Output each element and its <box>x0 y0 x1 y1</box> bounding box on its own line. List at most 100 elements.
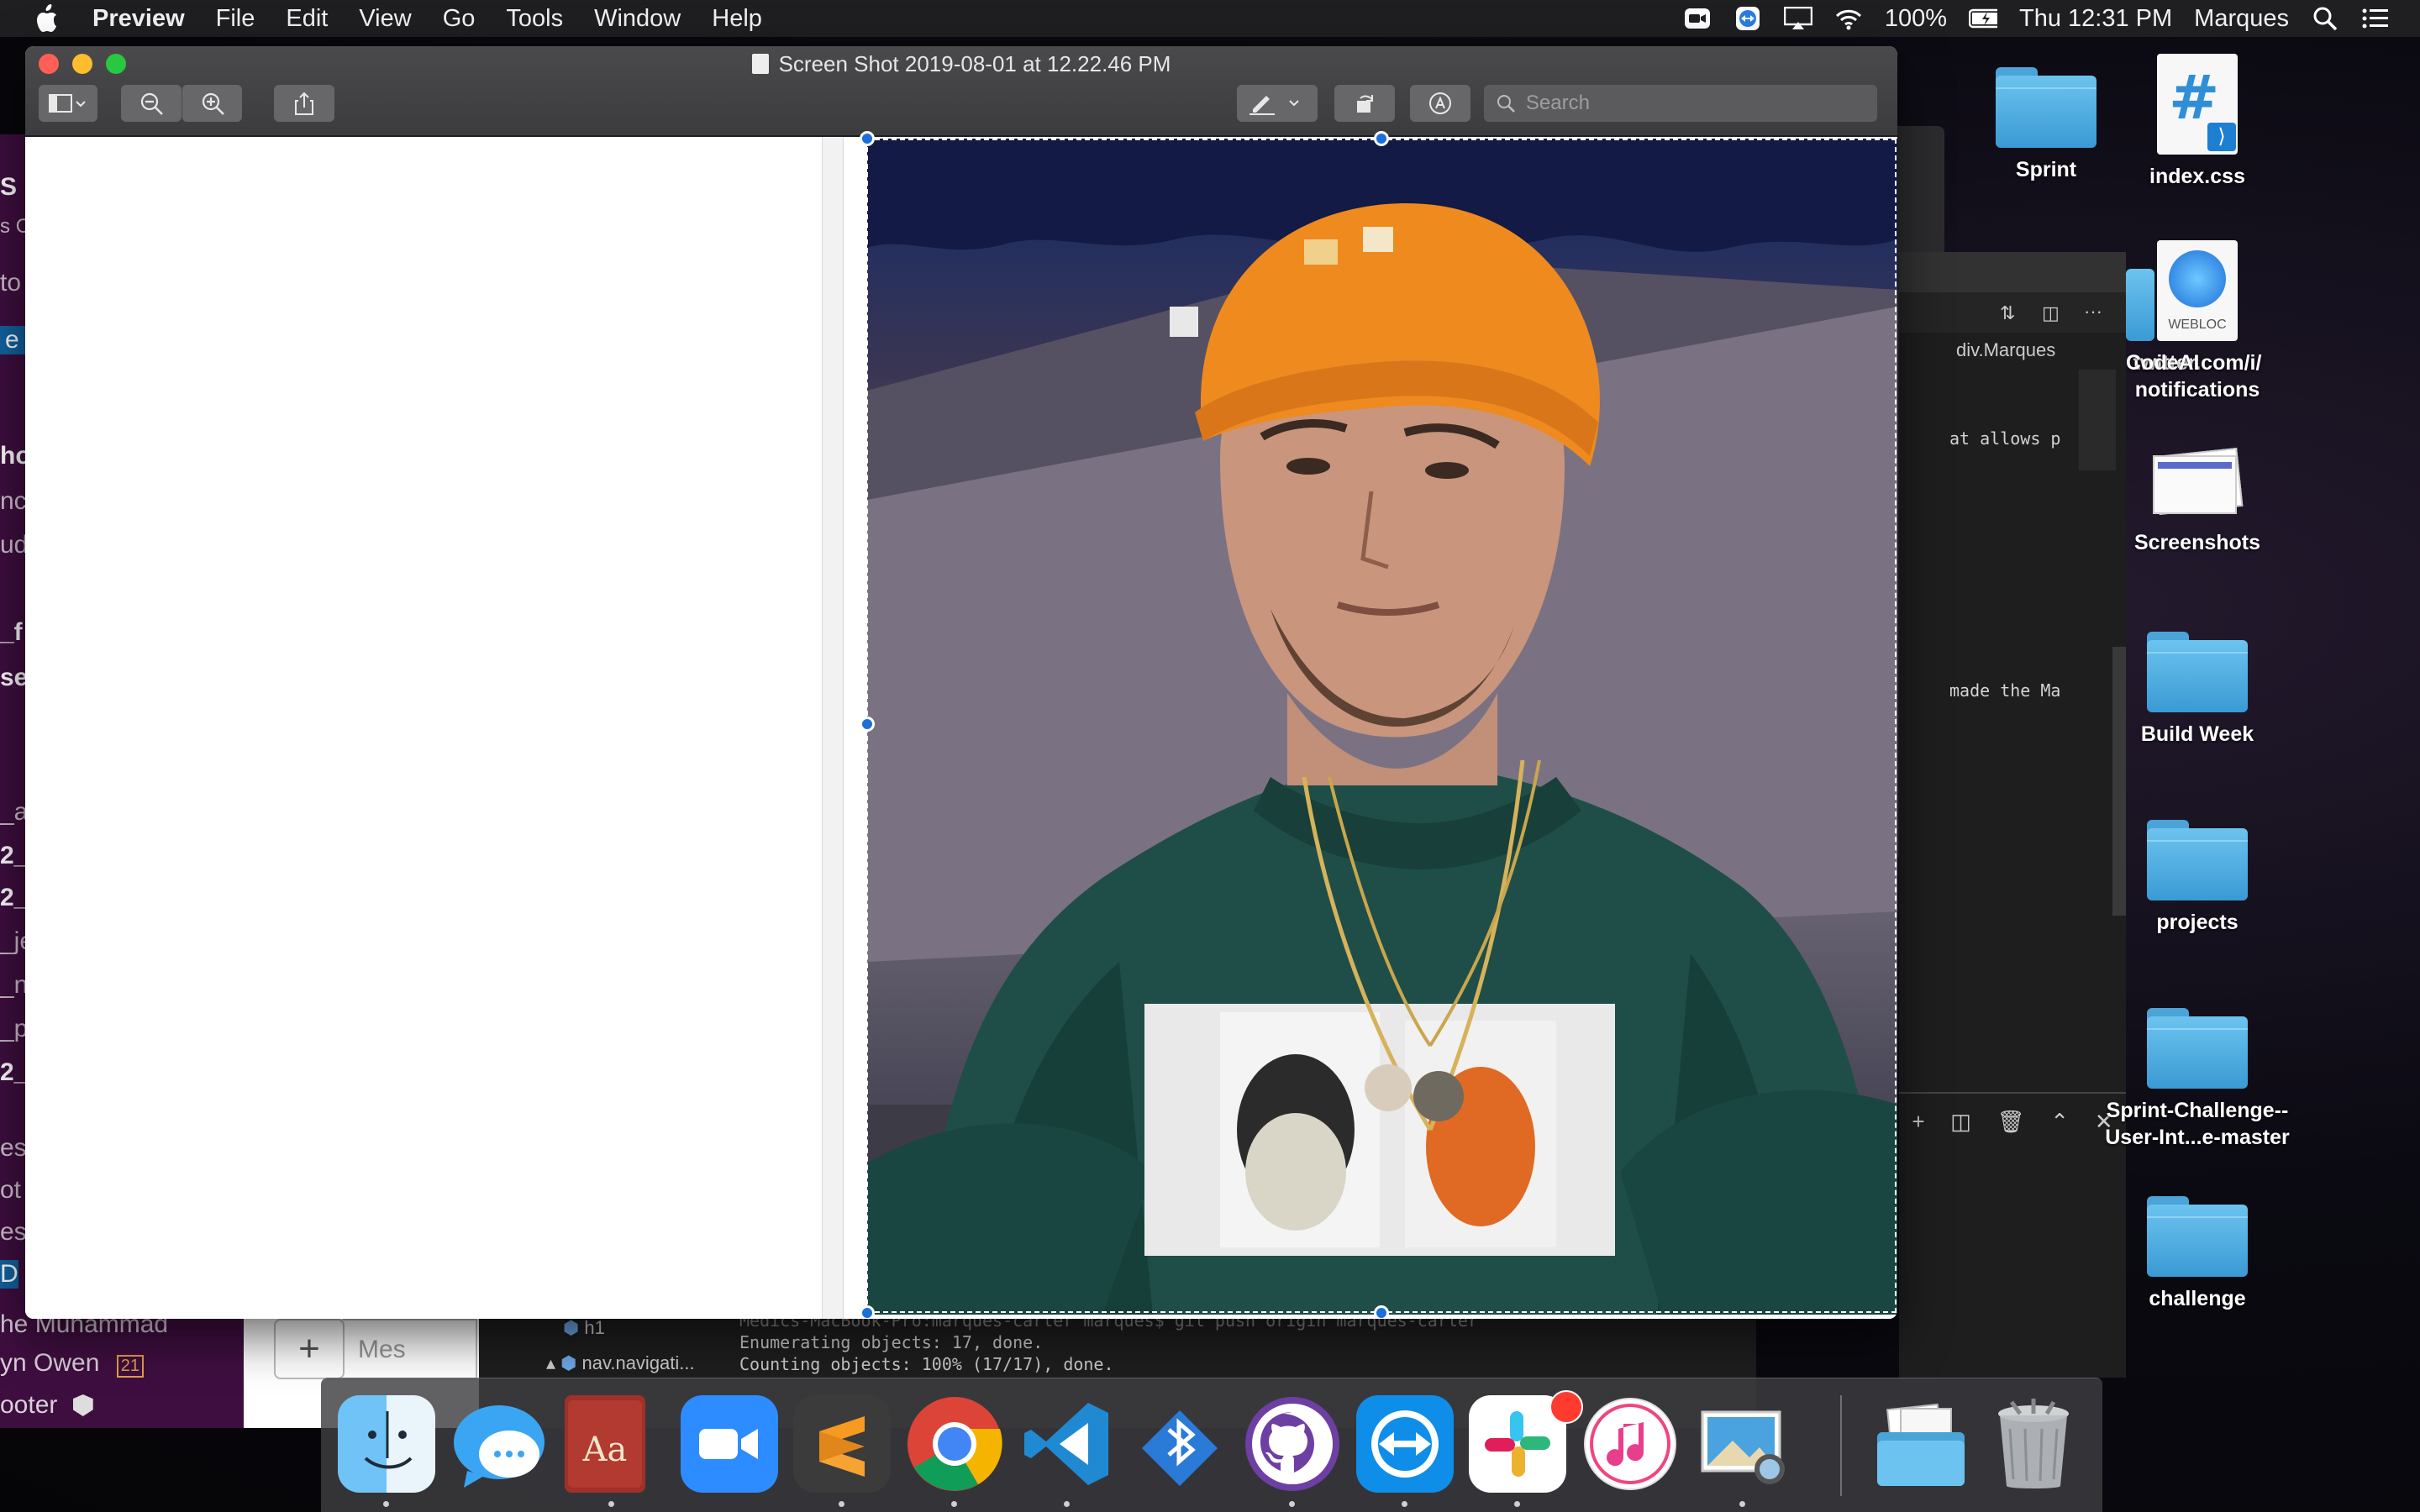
slack-fragment: _a <box>0 798 29 826</box>
battery-charging-icon[interactable] <box>1969 6 1998 31</box>
dock-chrome[interactable] <box>906 1395 1003 1493</box>
search-input[interactable] <box>1525 92 1877 115</box>
menu-go[interactable]: Go <box>443 5 476 33</box>
finder-icon <box>364 1411 413 1469</box>
preview-window: Screen Shot 2019-08-01 at 12.22.46 PM <box>25 46 1897 1319</box>
slack-member[interactable]: ooter <box>0 1391 93 1420</box>
dock-dictionary[interactable]: Aa <box>565 1395 645 1493</box>
menu-view[interactable]: View <box>359 5 411 33</box>
slack-member-list-partial: he Muhammad yn Owen 21 ooter <box>0 1310 244 1428</box>
menu-help[interactable]: Help <box>712 5 762 33</box>
slack-fragment: es <box>0 1218 27 1246</box>
terminal-line: Enumerating objects: 17, done. <box>739 1332 1044 1352</box>
dock-preview[interactable] <box>1694 1395 1791 1493</box>
menu-tools[interactable]: Tools <box>506 5 563 33</box>
teamviewer-icon[interactable] <box>1733 6 1762 31</box>
expand-triangle-icon: ▴ <box>546 1352 556 1373</box>
outline-item[interactable]: ⬢ h1 <box>563 1317 605 1339</box>
desktop-folder-sprint-challenge[interactable]: Sprint-Challenge-- User-Int...e-master <box>2101 1008 2294 1151</box>
markup-toolbar-icon <box>1429 92 1451 114</box>
sidebar-toggle-button[interactable] <box>39 85 97 122</box>
wifi-icon[interactable] <box>1834 6 1863 31</box>
selection-handle[interactable] <box>860 131 875 146</box>
menu-file[interactable]: File <box>216 5 255 33</box>
chevron-up-icon[interactable]: ⌃ <box>2050 1109 2069 1135</box>
share-button[interactable] <box>274 85 334 122</box>
desktop-item-label: Sprint-Challenge-- User-Int...e-master <box>2105 1099 2290 1149</box>
spotlight-icon[interactable] <box>2311 6 2339 31</box>
folder-icon <box>2126 260 2154 341</box>
dock-itunes[interactable] <box>1581 1395 1679 1493</box>
selection-handle[interactable] <box>860 1305 875 1319</box>
apple-menu-icon[interactable] <box>29 1 64 36</box>
desktop-folder-codeai-partial[interactable]: CodeAI <box>2126 260 2210 376</box>
dock-messages[interactable] <box>450 1395 548 1493</box>
dock-finder[interactable] <box>338 1395 435 1493</box>
clock[interactable]: Thu 12:31 PM <box>2019 5 2172 33</box>
teamviewer-app-icon <box>1371 1410 1439 1478</box>
vscode-window-partial: ⇅ ◫ ··· div.Marques at allows p made the… <box>1899 252 2126 1378</box>
dock-downloads-stack[interactable] <box>1872 1395 1970 1493</box>
slack-fragment: _f <box>0 618 23 646</box>
outline-item[interactable]: ▴ ⬢ nav.navigati... <box>546 1352 695 1374</box>
desktop-folder-projects[interactable]: projects <box>2101 820 2294 936</box>
slack-fragment: es <box>0 1134 27 1162</box>
markup-pen-button[interactable] <box>1237 85 1318 122</box>
search-field[interactable] <box>1484 85 1877 122</box>
split-terminal-icon[interactable]: ◫ <box>1950 1109 1971 1135</box>
zoom-out-icon <box>140 92 163 115</box>
running-indicator <box>1739 1501 1745 1507</box>
split-editor-icon[interactable]: ◫ <box>2042 302 2060 324</box>
selection-handle[interactable] <box>1374 131 1389 146</box>
desktop-item-label: challenge <box>2149 1287 2246 1310</box>
zoom-in-button[interactable] <box>182 85 242 122</box>
rotate-button[interactable] <box>1334 85 1395 122</box>
airplay-icon[interactable] <box>1783 6 1812 31</box>
folder-icon <box>2147 1196 2248 1277</box>
bluetooth-icon <box>1142 1410 1218 1486</box>
preview-app-icon <box>1701 1410 1785 1484</box>
itunes-icon <box>1584 1398 1676 1490</box>
outline-label: nav.navigati... <box>581 1352 695 1373</box>
attach-button[interactable]: + <box>274 1319 345 1379</box>
desktop-file-index-css[interactable]: # ⟩ index.css <box>2101 54 2294 190</box>
document-image[interactable] <box>867 139 1897 1315</box>
message-input[interactable]: Mes <box>343 1319 477 1379</box>
add-terminal-icon[interactable]: + <box>1912 1109 1924 1135</box>
menu-window[interactable]: Window <box>594 5 681 33</box>
slack-member[interactable]: yn Owen 21 <box>0 1349 144 1378</box>
vscode-tabbar: ⇅ ◫ ··· <box>1899 292 2126 333</box>
desktop-folder-challenge[interactable]: challenge <box>2101 1196 2294 1312</box>
zoom-out-button[interactable] <box>121 85 182 122</box>
desktop-folder-build-week[interactable]: Build Week <box>2101 632 2294 748</box>
sidebar-splitter[interactable] <box>822 137 844 1319</box>
user-name[interactable]: Marques <box>2194 5 2289 33</box>
chrome-icon <box>908 1397 1002 1491</box>
markup-toolbar-button[interactable] <box>1410 85 1470 122</box>
dictionary-icon: Aa <box>568 1400 642 1488</box>
dock-teamviewer[interactable] <box>1356 1395 1454 1493</box>
menu-app-name[interactable]: Preview <box>92 5 185 33</box>
dock-sublime-text[interactable] <box>793 1395 891 1493</box>
dock-bluetooth-exchange[interactable] <box>1131 1395 1228 1493</box>
terminal-panel-toolbar: + ◫ 🗑 ⌃ ✕ <box>1899 1100 2126 1142</box>
selection-handle[interactable] <box>1374 1305 1389 1319</box>
selection-handle[interactable] <box>860 717 875 732</box>
breadcrumb[interactable]: div.Marques <box>1956 339 2055 361</box>
source-control-icon[interactable]: ⇅ <box>2000 302 2015 324</box>
notification-center-icon[interactable] <box>2361 6 2390 31</box>
dock-vscode[interactable] <box>1018 1395 1116 1493</box>
zoom-icon[interactable] <box>1683 6 1712 31</box>
trash-icon[interactable]: 🗑 <box>1997 1109 2025 1135</box>
slack-fragment: ot <box>0 1176 22 1204</box>
preview-toolbar: Screen Shot 2019-08-01 at 12.22.46 PM <box>25 46 1897 137</box>
more-actions-icon[interactable]: ··· <box>2084 301 2102 323</box>
dock-trash[interactable] <box>1985 1395 2082 1493</box>
dock-zoom[interactable] <box>681 1395 778 1493</box>
code-line: at allows p <box>1949 428 2061 449</box>
dock-github-desktop[interactable] <box>1244 1395 1341 1493</box>
menu-bar: Preview File Edit View Go Tools Window H… <box>0 0 2420 37</box>
desktop-folder-screenshots[interactable]: Screenshots <box>2101 445 2294 556</box>
menu-edit[interactable]: Edit <box>286 5 328 33</box>
dock: Aa <box>321 1378 2102 1512</box>
